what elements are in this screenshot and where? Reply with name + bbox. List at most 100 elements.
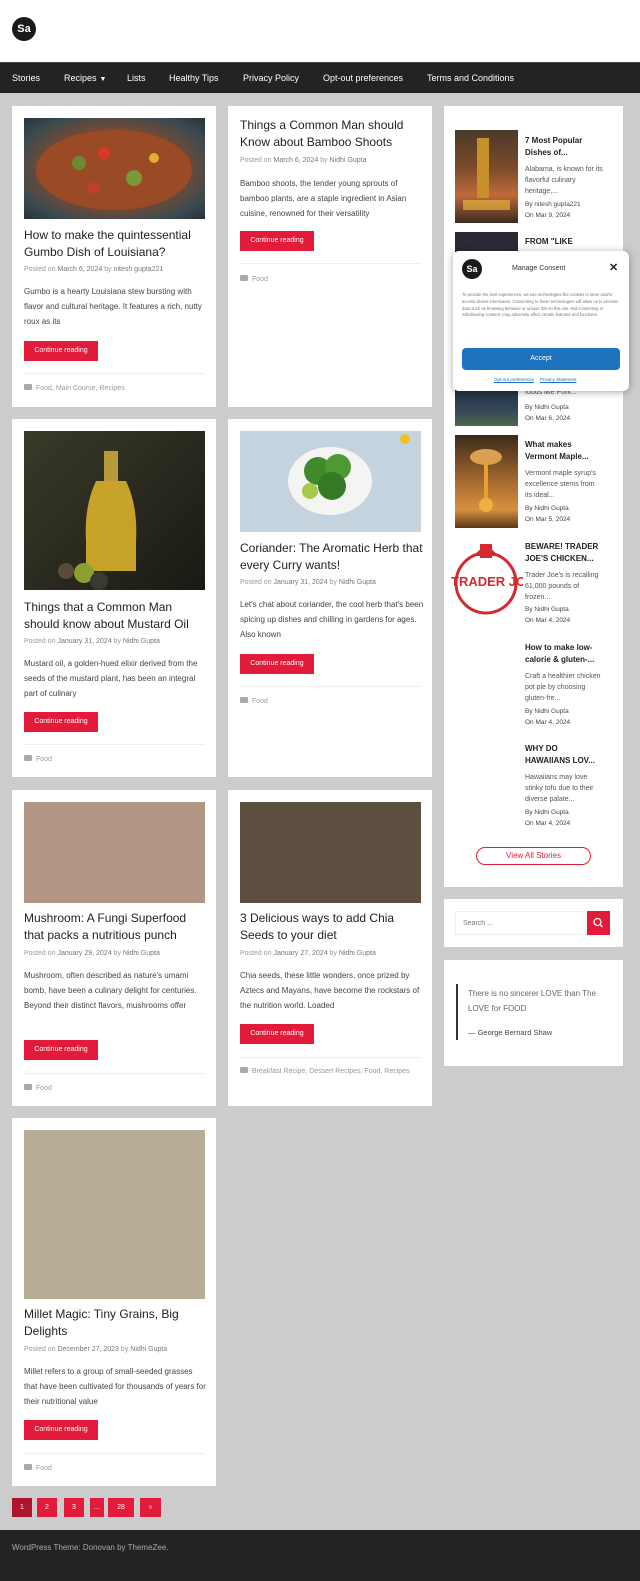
- folder-icon: [24, 755, 32, 761]
- page-link[interactable]: 28: [108, 1498, 134, 1517]
- search-button[interactable]: [587, 911, 610, 935]
- nav-item-recipes-label: Recipes: [64, 73, 97, 83]
- story-thumbnail[interactable]: TRADER JOE'S: [451, 536, 523, 629]
- page-current[interactable]: 1: [12, 1498, 32, 1517]
- meta-prefix: Posted on: [240, 950, 272, 957]
- accept-button[interactable]: Accept: [462, 348, 620, 370]
- post-image[interactable]: [24, 431, 205, 590]
- post-image[interactable]: [24, 118, 205, 219]
- post-title[interactable]: Things a Common Man should Know about Ba…: [240, 117, 425, 151]
- story-title[interactable]: WHY DO HAWAIIANS LOV...: [525, 743, 605, 767]
- story-title[interactable]: How to make low-calorie & gluten-...: [525, 642, 605, 666]
- story-date: On Mar 5, 2024: [525, 516, 571, 523]
- post-author[interactable]: Nidhi Gupta: [123, 950, 160, 957]
- continue-reading-button[interactable]: Continue reading: [24, 1040, 98, 1060]
- post-date[interactable]: January 31, 2024: [273, 579, 327, 586]
- maple-syrup-image: [470, 449, 502, 512]
- continue-reading-button[interactable]: Continue reading: [240, 231, 314, 251]
- category-links[interactable]: Food: [252, 276, 268, 283]
- site-logo[interactable]: Sa: [12, 17, 36, 41]
- category-links[interactable]: Food: [36, 1465, 52, 1472]
- post-categories: Food: [24, 753, 204, 766]
- nav-item-recipes[interactable]: Recipes ▼: [64, 63, 106, 94]
- next-page-button[interactable]: »: [140, 1498, 161, 1517]
- nav-item-stories[interactable]: Stories: [12, 63, 40, 94]
- nav-item-healthy-tips[interactable]: Healthy Tips: [169, 63, 219, 94]
- story-author: By Nidhi Gupta: [525, 809, 569, 816]
- continue-reading-button[interactable]: Continue reading: [24, 1420, 98, 1440]
- post-author[interactable]: Nidhi Gupta: [130, 1346, 167, 1353]
- view-all-stories-button[interactable]: View All Stories: [476, 847, 591, 865]
- story-title[interactable]: 7 Most Popular Dishes of...: [525, 135, 605, 159]
- consent-text: To provide the best experiences, we use …: [462, 292, 619, 318]
- story-title[interactable]: FROM "LIKE: [525, 236, 605, 248]
- post-title[interactable]: Things that a Common Man should know abo…: [24, 599, 209, 633]
- story-thumbnail[interactable]: [455, 435, 518, 528]
- close-icon[interactable]: ✕: [609, 262, 618, 274]
- search-icon: [593, 917, 603, 928]
- story-thumbnail[interactable]: [455, 130, 518, 223]
- post-author[interactable]: Nidhi Gupta: [339, 579, 376, 586]
- story-title[interactable]: What makes Vermont Maple...: [525, 439, 605, 463]
- meta-by: by: [113, 950, 121, 957]
- post-author[interactable]: Nidhi Gupta: [339, 950, 376, 957]
- post-date[interactable]: March 6, 2024: [273, 157, 318, 164]
- nav-item-lists[interactable]: Lists: [127, 63, 146, 94]
- post-image[interactable]: [24, 802, 205, 903]
- folder-icon: [24, 1084, 32, 1090]
- post-card: How to make the quintessential Gumbo Dis…: [12, 106, 216, 407]
- story-excerpt: Hawaiians may love stinky tofu due to th…: [525, 774, 594, 803]
- continue-reading-button[interactable]: Continue reading: [240, 654, 314, 674]
- post-date[interactable]: January 29, 2024: [57, 950, 111, 957]
- post-image[interactable]: [240, 802, 421, 903]
- opt-out-link[interactable]: Opt-out preferences: [494, 377, 534, 382]
- story-excerpt: Alabama, is known for its flavorful culi…: [525, 166, 603, 195]
- nav-item-terms[interactable]: Terms and Conditions: [427, 63, 514, 94]
- story-title[interactable]: BEWARE! TRADER JOE'S CHICKEN...: [525, 541, 605, 565]
- post-date[interactable]: January 31, 2024: [57, 638, 111, 645]
- search-input[interactable]: [455, 911, 586, 935]
- post-excerpt: Gumbo is a hearty Louisiana stew burstin…: [24, 287, 202, 326]
- post-author[interactable]: Nidhi Gupta: [330, 157, 367, 164]
- page-link[interactable]: 2: [37, 1498, 57, 1517]
- story-author: By nitesh gupta221: [525, 201, 581, 208]
- story-date: On Mar 4, 2024: [525, 719, 571, 726]
- post-author[interactable]: Nidhi Gupta: [123, 638, 160, 645]
- quote-text: There is no sincerer LOVE than The LOVE …: [468, 989, 596, 1013]
- post-title[interactable]: 3 Delicious ways to add Chia Seeds to yo…: [240, 910, 425, 944]
- story-thumbnail[interactable]: [455, 232, 518, 252]
- post-date[interactable]: December 27, 2023: [57, 1346, 118, 1353]
- meta-by: by: [120, 1346, 129, 1353]
- post-title[interactable]: Coriander: The Aromatic Herb that every …: [240, 540, 425, 574]
- post-date[interactable]: January 27, 2024: [273, 950, 327, 957]
- privacy-statement-link[interactable]: Privacy Statement: [540, 377, 577, 382]
- continue-reading-button[interactable]: Continue reading: [24, 341, 98, 361]
- post-image[interactable]: [24, 1130, 205, 1299]
- meta-by: by: [104, 266, 112, 273]
- post-card: 3 Delicious ways to add Chia Seeds to yo…: [228, 790, 432, 1106]
- post-excerpt: Chia seeds, these little wonders, once p…: [240, 971, 420, 1010]
- post-title[interactable]: How to make the quintessential Gumbo Dis…: [24, 227, 209, 261]
- post-meta: Posted on January 29, 2024 by Nidhi Gupt…: [24, 950, 160, 957]
- continue-reading-button[interactable]: Continue reading: [240, 1024, 314, 1044]
- category-links[interactable]: Food: [36, 756, 52, 763]
- post-excerpt: Let's chat about coriander, the cool her…: [240, 600, 424, 639]
- category-links[interactable]: Food: [252, 698, 268, 705]
- post-title[interactable]: Millet Magic: Tiny Grains, Big Delights: [24, 1306, 209, 1340]
- category-links[interactable]: Food, Main Course, Recipes: [36, 385, 125, 392]
- post-author[interactable]: nitesh gupta221: [114, 266, 164, 273]
- post-title[interactable]: Mushroom: A Fungi Superfood that packs a…: [24, 910, 209, 944]
- post-image[interactable]: [240, 431, 421, 532]
- post-meta: Posted on March 6, 2024 by nitesh gupta2…: [24, 266, 163, 273]
- footer-credit[interactable]: WordPress Theme: Donovan by ThemeZee.: [12, 1543, 169, 1552]
- nav-item-opt-out[interactable]: Opt-out preferences: [323, 63, 403, 94]
- category-links[interactable]: Food: [36, 1085, 52, 1092]
- page-link[interactable]: 3: [64, 1498, 84, 1517]
- consent-dialog: Sa Manage Consent ✕ To provide the best …: [453, 251, 629, 391]
- post-date[interactable]: March 6, 2024: [57, 266, 102, 273]
- site-footer: WordPress Theme: Donovan by ThemeZee.: [0, 1530, 640, 1581]
- category-links[interactable]: Breakfast Recipe, Dessert Recipes, Food,…: [252, 1068, 410, 1075]
- nav-item-privacy-policy[interactable]: Privacy Policy: [243, 63, 299, 94]
- post-categories: Food: [240, 695, 420, 708]
- continue-reading-button[interactable]: Continue reading: [24, 712, 98, 732]
